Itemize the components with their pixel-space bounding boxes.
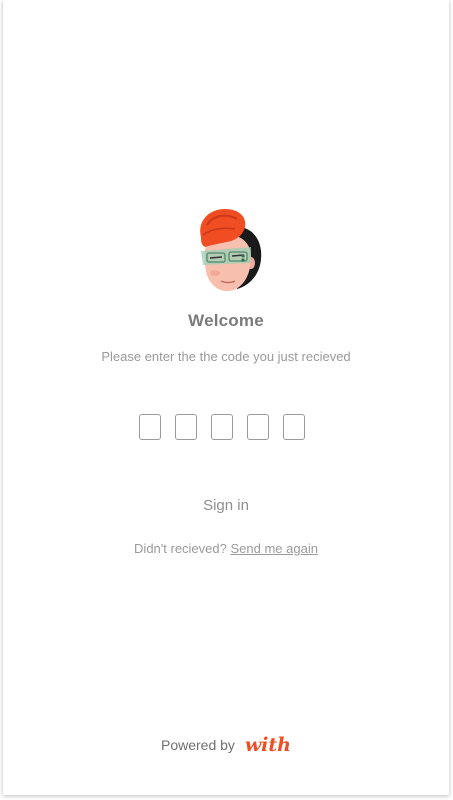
verification-code-group bbox=[139, 414, 305, 440]
resend-row: Didn't recieved? Send me again bbox=[3, 541, 449, 556]
code-digit-1-input[interactable] bbox=[139, 414, 161, 440]
powered-by-footer: Powered by with bbox=[3, 734, 449, 756]
code-digit-5-input[interactable] bbox=[283, 414, 305, 440]
app-window: Welcome Please enter the the code you ju… bbox=[3, 0, 449, 795]
resend-prompt: Didn't recieved? bbox=[134, 541, 227, 556]
page-title: Welcome bbox=[188, 311, 264, 330]
avatar-illustration bbox=[200, 209, 262, 291]
instruction-text: Please enter the the code you just recie… bbox=[101, 349, 351, 364]
code-digit-3-input[interactable] bbox=[211, 414, 233, 440]
code-digit-2-input[interactable] bbox=[175, 414, 197, 440]
brand-logo: with bbox=[244, 734, 291, 756]
code-digit-4-input[interactable] bbox=[247, 414, 269, 440]
send-again-link[interactable]: Send me again bbox=[230, 541, 317, 556]
sign-in-button[interactable]: Sign in bbox=[3, 497, 449, 514]
powered-by-label: Powered by bbox=[161, 737, 235, 753]
